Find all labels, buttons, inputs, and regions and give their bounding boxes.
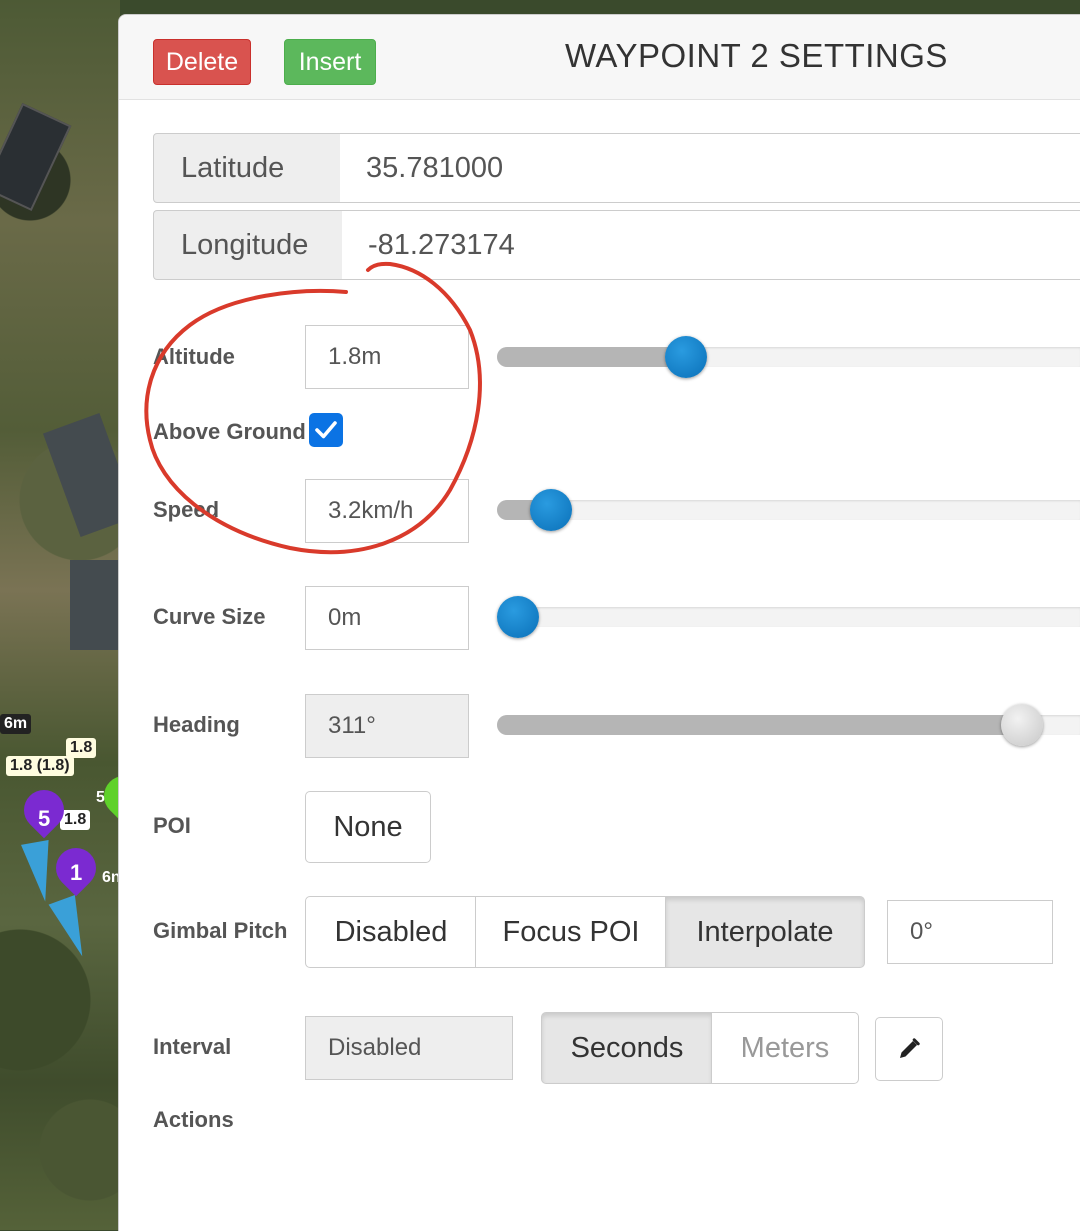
drone-heading-arrow (48, 895, 96, 961)
panel-title: WAYPOINT 2 SETTINGS (565, 37, 948, 74)
altitude-label: Altitude (153, 344, 235, 369)
map-altitude-label: 1.8 (60, 810, 91, 830)
checkmark-icon (315, 421, 337, 439)
map-distance-label: 6m (0, 714, 32, 734)
heading-input[interactable]: 311° (305, 694, 469, 758)
panel-header: Delete Insert WAYPOINT 2 SETTINGS (119, 15, 1080, 100)
drone-heading-arrow (21, 840, 59, 904)
map-building (42, 413, 120, 537)
gimbal-option-interpolate[interactable]: Interpolate (665, 896, 865, 968)
curve-size-slider[interactable] (497, 596, 1080, 638)
map-altitude-label: 1.8 (1.8) (6, 756, 74, 776)
altitude-slider-thumb[interactable] (665, 336, 708, 378)
longitude-row: Longitude -81.273174 (153, 210, 1080, 282)
above-ground-label: Above Ground (153, 419, 306, 444)
altitude-input[interactable]: 1.8m (305, 325, 469, 389)
speed-input[interactable]: 3.2km/h (305, 479, 469, 543)
speed-slider-thumb[interactable] (529, 489, 572, 531)
gimbal-pitch-input[interactable]: 0° (887, 900, 1053, 964)
pencil-icon (900, 1038, 920, 1058)
interval-unit-meters[interactable]: Meters (711, 1012, 859, 1084)
longitude-input[interactable]: -81.273174 (342, 210, 1080, 280)
speed-label: Speed (153, 497, 220, 522)
interval-input[interactable]: Disabled (305, 1016, 513, 1080)
heading-label: Heading (153, 712, 240, 737)
interval-label: Interval (153, 1034, 232, 1059)
gimbal-option-focus-poi[interactable]: Focus POI (475, 896, 667, 968)
waypoint-number: 1 (70, 860, 83, 885)
map-view[interactable]: 6m 1.8 (1.8) 1.8 1.8 5 6n 5 1 (0, 0, 120, 1230)
heading-slider[interactable] (497, 704, 1080, 746)
altitude-slider[interactable] (497, 336, 1080, 378)
poi-select[interactable]: None (305, 791, 431, 863)
gimbal-pitch-label: Gimbal Pitch (153, 918, 288, 943)
heading-slider-thumb[interactable] (1001, 704, 1044, 746)
curve-size-slider-thumb[interactable] (497, 596, 539, 638)
longitude-label: Longitude (153, 210, 343, 280)
heading-slider-fill (497, 715, 1023, 735)
curve-size-input[interactable]: 0m (305, 586, 469, 650)
gimbal-option-disabled[interactable]: Disabled (305, 896, 477, 968)
latitude-label: Latitude (153, 133, 341, 203)
interval-unit-seconds[interactable]: Seconds (541, 1012, 713, 1084)
map-building (0, 102, 72, 212)
insert-button[interactable]: Insert (284, 39, 376, 85)
speed-slider[interactable] (497, 489, 1080, 531)
poi-label: POI (153, 813, 191, 838)
curve-size-label: Curve Size (153, 604, 266, 629)
map-building (70, 560, 120, 650)
actions-label: Actions (153, 1107, 234, 1132)
waypoint-number: 5 (38, 806, 51, 831)
map-distance-label: 6n (102, 869, 120, 886)
latitude-input[interactable]: 35.781000 (340, 133, 1080, 203)
waypoint-settings-panel: Delete Insert WAYPOINT 2 SETTINGS Latitu… (118, 14, 1080, 1231)
latitude-row: Latitude 35.781000 (153, 133, 1080, 205)
delete-button[interactable]: Delete (153, 39, 251, 85)
map-altitude-label: 1.8 (66, 738, 97, 758)
above-ground-checkbox[interactable] (309, 413, 343, 447)
edit-interval-button[interactable] (875, 1017, 943, 1081)
altitude-slider-fill (497, 347, 687, 367)
